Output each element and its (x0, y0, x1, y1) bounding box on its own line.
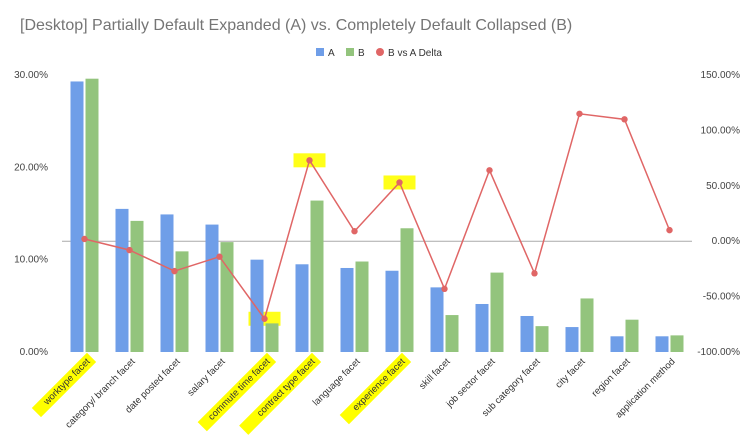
category-label: salary facet (185, 356, 227, 398)
right-axis-tick-label: 150.00% (701, 70, 741, 81)
bar-a (655, 336, 669, 352)
delta-point (621, 116, 628, 123)
bar-a (295, 264, 309, 352)
legend-swatch-a (316, 48, 324, 56)
left-axis-tick-label: 10.00% (14, 255, 48, 266)
bar-b (175, 251, 189, 352)
category-label: city facet (553, 356, 588, 391)
legend-marker-delta (376, 48, 384, 56)
left-axis-tick-label: 30.00% (14, 70, 48, 81)
delta-point (486, 167, 493, 174)
bar-a (610, 336, 624, 352)
category-label-group: skill facet (417, 356, 453, 392)
left-axis-tick-label: 20.00% (14, 162, 48, 173)
delta-point (126, 246, 133, 254)
bar-b (130, 220, 144, 352)
category-labels: worktype facetcategory/ branch facetdate… (31, 352, 678, 435)
left-axis-tick-label: 0.00% (20, 347, 48, 358)
bar-series (70, 78, 684, 353)
bar-a (160, 214, 174, 352)
category-label-group: region facet (590, 356, 633, 399)
combo-bar-line-chart: [Desktop] Partially Default Expanded (A)… (14, 17, 740, 435)
bar-a (385, 270, 399, 352)
legend-label-b: B (358, 48, 365, 59)
category-label-group: city facet (553, 356, 588, 391)
bar-a (115, 208, 129, 352)
bar-b (670, 335, 684, 352)
bar-b (580, 298, 594, 352)
right-axis-tick-label: -100.00% (697, 347, 740, 358)
chart-container: [Desktop] Partially Default Expanded (A)… (0, 0, 753, 440)
delta-point (261, 315, 268, 322)
bar-a (70, 81, 84, 353)
legend-label-a: A (328, 48, 335, 59)
delta-point (441, 285, 448, 293)
bar-b (400, 228, 414, 352)
bar-b (445, 315, 459, 352)
delta-point (351, 228, 358, 235)
chart-title: [Desktop] Partially Default Expanded (A)… (20, 17, 572, 34)
delta-point (306, 157, 313, 164)
bar-b (265, 323, 279, 352)
legend-swatch-b (346, 48, 354, 56)
delta-point (396, 179, 403, 186)
bar-b (355, 261, 369, 352)
category-label-group: commute time facet (197, 352, 277, 432)
category-label: skill facet (417, 356, 453, 392)
bar-a (520, 315, 534, 352)
bar-a (250, 259, 264, 352)
right-axis-ticks: -100.00% -50.00% 0.00% 50.00% 100.00% 150.00% (697, 70, 740, 358)
legend: A B B vs A Delta (316, 48, 442, 59)
category-label-group: salary facet (185, 356, 227, 398)
left-axis-ticks: 0.00% 10.00% 20.00% 30.00% (14, 70, 48, 358)
bar-b (625, 319, 639, 352)
legend-label-delta: B vs A Delta (388, 48, 442, 59)
delta-point (576, 110, 583, 117)
delta-point (216, 253, 223, 260)
right-axis-tick-label: 50.00% (706, 181, 740, 192)
delta-point (81, 235, 88, 243)
bar-a (340, 267, 354, 352)
right-axis-tick-label: -50.00% (703, 292, 740, 303)
delta-point (531, 270, 538, 277)
delta-point (171, 267, 178, 275)
bar-a (205, 224, 219, 352)
bar-a (565, 327, 579, 352)
bar-a (430, 287, 444, 352)
bar-b (85, 78, 99, 353)
category-label: region facet (590, 356, 633, 399)
delta-point (666, 226, 673, 234)
bar-b (490, 272, 504, 352)
bar-b (220, 242, 234, 352)
right-axis-tick-label: 100.00% (701, 125, 741, 136)
bar-a (475, 303, 489, 352)
bar-b (535, 326, 549, 352)
category-label-group: contract type facet (239, 352, 322, 435)
right-axis-tick-label: 0.00% (712, 236, 740, 247)
bar-b (310, 200, 324, 352)
